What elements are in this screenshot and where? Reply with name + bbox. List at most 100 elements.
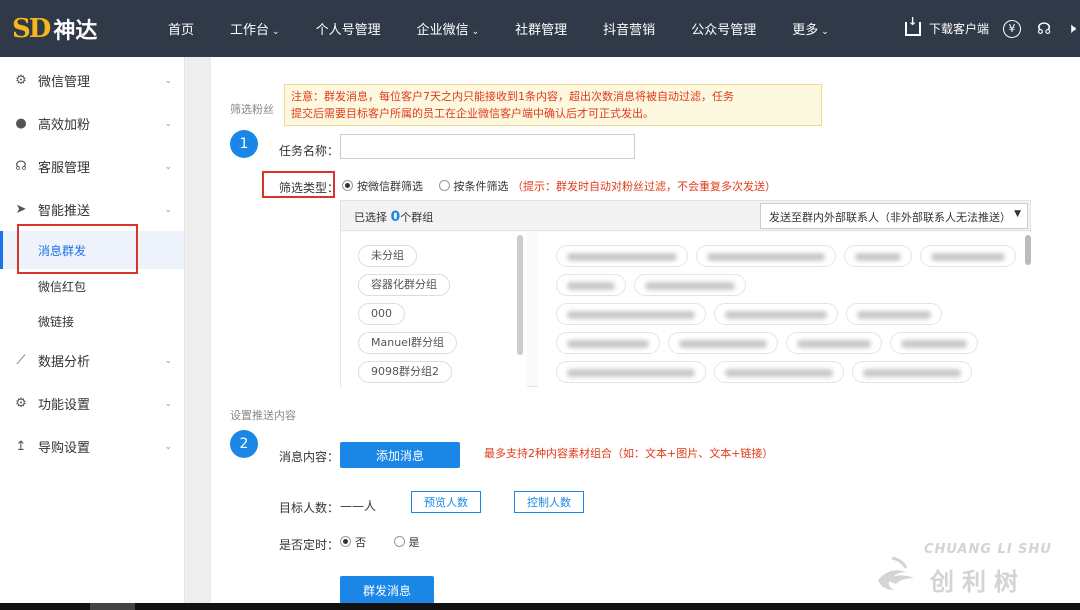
content-gutter (186, 57, 211, 610)
blurred-group-item[interactable] (696, 245, 836, 267)
radio-schedule-no[interactable]: 否 (340, 536, 366, 549)
section-label-filter-fans: 筛选粉丝 (230, 103, 274, 116)
blurred-group-item[interactable] (556, 274, 626, 296)
message-content-label: 消息内容： (279, 450, 340, 464)
nav-item-official-account[interactable]: 公众号管理 (673, 19, 774, 38)
radio-by-condition[interactable]: 按条件筛选 (438, 180, 509, 193)
download-icon (904, 15, 921, 36)
nav-item-more[interactable]: 更多 ⌄ (774, 19, 847, 38)
radio-checked-icon (342, 180, 353, 191)
nav-item-douyin[interactable]: 抖音营销 (585, 19, 673, 38)
send-target-select[interactable]: 发送至群内外部联系人（非外部联系人无法推送） ▼ (760, 203, 1028, 229)
watermark-text-cn: 创利树 (930, 568, 1026, 596)
schedule-label: 是否定时： (279, 538, 340, 552)
group-selector-header: 已选择 0个群组 发送至群内外部联系人（非外部联系人无法推送） ▼ (341, 201, 1030, 231)
blurred-group-item[interactable] (714, 361, 844, 383)
group-selector-panel: 已选择 0个群组 发送至群内外部联系人（非外部联系人无法推送） ▼ 未分组 容器化… (340, 200, 1031, 387)
main-content: 筛选粉丝 1 注意：群发消息，每位客户7天之内只能接收到1条内容，超出次数消息将… (211, 57, 1080, 610)
group-tag[interactable]: 未分组 (358, 245, 417, 267)
highlight-box-filter-type (262, 171, 335, 198)
chevron-down-icon: ⌄ (164, 204, 172, 215)
nav-item-personal-account[interactable]: 个人号管理 (298, 19, 399, 38)
radio-by-wechat-group[interactable]: 按微信群筛选 (342, 180, 423, 193)
content-tip: 最多支持2种内容素材组合（如：文本+图片、文本+链接） (484, 447, 774, 460)
nav-item-wecom[interactable]: 企业微信 ⌄ (399, 19, 498, 38)
group-tag[interactable]: 容器化群分组 (358, 274, 450, 296)
control-count-button[interactable]: 控制人数 (514, 491, 584, 513)
blurred-group-item[interactable] (556, 361, 706, 383)
sidebar-subitem-micro-link[interactable]: 微链接 (0, 304, 184, 339)
taskbar-tab[interactable] (90, 603, 135, 610)
headset-icon[interactable]: ☊ (1037, 19, 1051, 38)
group-tag[interactable]: 000 (358, 303, 405, 325)
radio-empty-icon (438, 180, 450, 191)
group-tag[interactable]: Manuel群分组 (358, 332, 457, 354)
target-count-value: ——人 (340, 499, 377, 513)
radio-schedule-yes[interactable]: 是 (393, 536, 420, 549)
blurred-group-item[interactable] (852, 361, 972, 383)
blurred-group-item[interactable] (890, 332, 978, 354)
blurred-group-item[interactable] (556, 245, 688, 267)
chevron-down-icon: ⌄ (164, 441, 172, 452)
send-mass-message-button[interactable]: 群发消息 (340, 576, 434, 604)
group-items-area (538, 232, 1031, 387)
add-message-button[interactable]: 添加消息 (340, 442, 460, 468)
send-icon: ➤ (15, 202, 27, 217)
blurred-group-item[interactable] (786, 332, 882, 354)
filter-type-radios: 按微信群筛选 按条件筛选 （提示：群发时自动对粉丝过滤，不会重复多次发送） (342, 178, 776, 194)
chevron-down-icon: ⌄ (164, 355, 172, 366)
notice-box: 注意：群发消息，每位客户7天之内只能接收到1条内容，超出次数消息将被自动过滤，任… (284, 84, 822, 126)
sidebar-item-function-settings[interactable]: ⚙ 功能设置 ⌄ (0, 382, 184, 425)
notice-line-2: 提交后需要目标客户所属的员工在企业微信客户端中确认后才可正式发出。 (291, 107, 654, 120)
blurred-group-item[interactable] (556, 332, 660, 354)
caret-down-icon: ▼ (1014, 209, 1021, 219)
chevron-down-icon: ⌄ (164, 398, 172, 409)
group-list-scrollbar[interactable] (517, 235, 523, 355)
radio-empty-icon (393, 536, 405, 547)
section-label-push-content: 设置推送内容 (230, 409, 296, 422)
sidebar: ⚙ 微信管理 ⌄ ● 高效加粉 ⌄ ☊ 客服管理 ⌄ ➤ 智能推送 ⌄ 消息群发 微信红包 微链… (0, 57, 185, 610)
blurred-group-item[interactable] (714, 303, 838, 325)
logo-mark: SD (12, 13, 51, 44)
step-badge-1: 1 (230, 130, 258, 158)
main-nav: 首页 工作台 ⌄ 个人号管理 企业微信 ⌄ 社群管理 抖音营销 公众号管理 更多 ⌄ (150, 0, 847, 57)
target-count-label: 目标人数： (279, 501, 340, 515)
preview-count-button[interactable]: 预览人数 (411, 491, 481, 513)
nav-item-home[interactable]: 首页 (150, 19, 212, 38)
nav-item-workbench[interactable]: 工作台 ⌄ (212, 19, 298, 38)
nav-item-community[interactable]: 社群管理 (497, 19, 585, 38)
chevron-down-icon: ⌄ (164, 161, 172, 172)
watermark-text-en: CHUANG LI SHU (924, 542, 1052, 557)
brand-logo[interactable]: SD 神达 (0, 13, 150, 45)
sidebar-item-wechat-management[interactable]: ⚙ 微信管理 ⌄ (0, 59, 184, 102)
chevron-down-icon: ⌄ (471, 27, 480, 37)
group-tag[interactable]: 9098群分组2 (358, 361, 452, 383)
blurred-group-item[interactable] (668, 332, 778, 354)
yen-icon[interactable]: ¥ (1002, 19, 1021, 38)
chevron-down-icon: ⌄ (821, 27, 829, 37)
blurred-group-item[interactable] (844, 245, 912, 267)
blurred-group-item[interactable] (556, 303, 706, 325)
task-name-input[interactable] (340, 134, 635, 159)
group-items-scrollbar[interactable] (1025, 235, 1031, 265)
schedule-radios: 否 是 (340, 534, 420, 550)
headset-icon: ☊ (15, 159, 27, 174)
filter-tip: （提示：群发时自动对粉丝过滤，不会重复多次发送） (512, 180, 776, 193)
selected-count: 已选择 0个群组 (354, 209, 434, 225)
blurred-group-item[interactable] (634, 274, 746, 296)
user-icon: ● (15, 116, 27, 131)
speaker-icon[interactable]: 🕨 (1067, 21, 1076, 37)
blurred-group-item[interactable] (920, 245, 1016, 267)
gears-icon: ⚙ (15, 73, 27, 88)
gears-icon: ⚙ (15, 396, 27, 411)
top-navbar: SD 神达 首页 工作台 ⌄ 个人号管理 企业微信 ⌄ 社群管理 抖音营销 公众号管… (0, 0, 1080, 57)
download-client-button[interactable]: 下载客户端 (904, 15, 989, 37)
sidebar-item-customer-service[interactable]: ☊ 客服管理 ⌄ (0, 145, 184, 188)
sidebar-item-guide-settings[interactable]: ↥ 导购设置 ⌄ (0, 425, 184, 468)
blurred-group-item[interactable] (846, 303, 942, 325)
chevron-down-icon: ⌄ (164, 118, 172, 129)
sidebar-item-data-analysis[interactable]: ⟋ 数据分析 ⌄ (0, 339, 184, 382)
sidebar-subitem-red-packet[interactable]: 微信红包 (0, 269, 184, 304)
sidebar-item-fan-growth[interactable]: ● 高效加粉 ⌄ (0, 102, 184, 145)
chart-icon: ⟋ (16, 353, 26, 368)
